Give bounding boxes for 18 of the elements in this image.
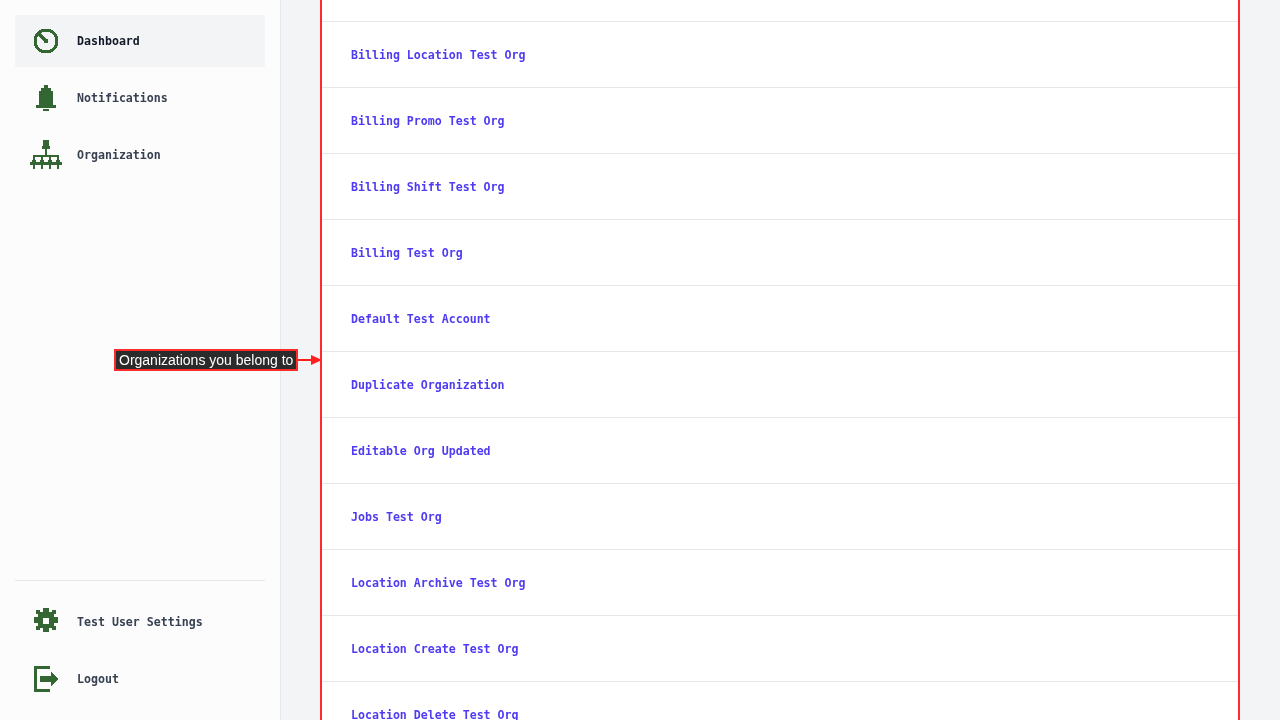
organization-link[interactable]: Billing Test Org — [351, 245, 463, 260]
sidebar-item[interactable]: Notifications — [15, 72, 265, 124]
sidebar-item[interactable]: Test User Settings — [15, 596, 265, 648]
sidebar-item[interactable]: Organization — [15, 129, 265, 181]
organization-link[interactable]: Billing Shift Test Org — [351, 179, 505, 194]
organization-link[interactable]: Billing Promo Test Org — [351, 113, 505, 128]
organization-link[interactable]: Default Test Account — [351, 311, 491, 326]
sidebar-item[interactable]: Logout — [15, 653, 265, 705]
organization-link[interactable]: Editable Org Updated — [351, 443, 491, 458]
callout-label: Organizations you belong to — [114, 349, 299, 371]
organization-link[interactable]: Location Delete Test Org — [351, 707, 519, 720]
organization-link[interactable]: Duplicate Organization — [351, 377, 505, 392]
organization-link[interactable]: Jobs Test Org — [351, 509, 442, 524]
org-chart-icon — [30, 139, 62, 171]
organization-link[interactable]: Location Create Test Org — [351, 641, 519, 656]
organization-link[interactable]: Billing Location Test Org — [351, 47, 526, 62]
organization-link[interactable]: Location Archive Test Org — [351, 575, 526, 590]
sidebar-item[interactable]: Dashboard — [15, 15, 265, 67]
